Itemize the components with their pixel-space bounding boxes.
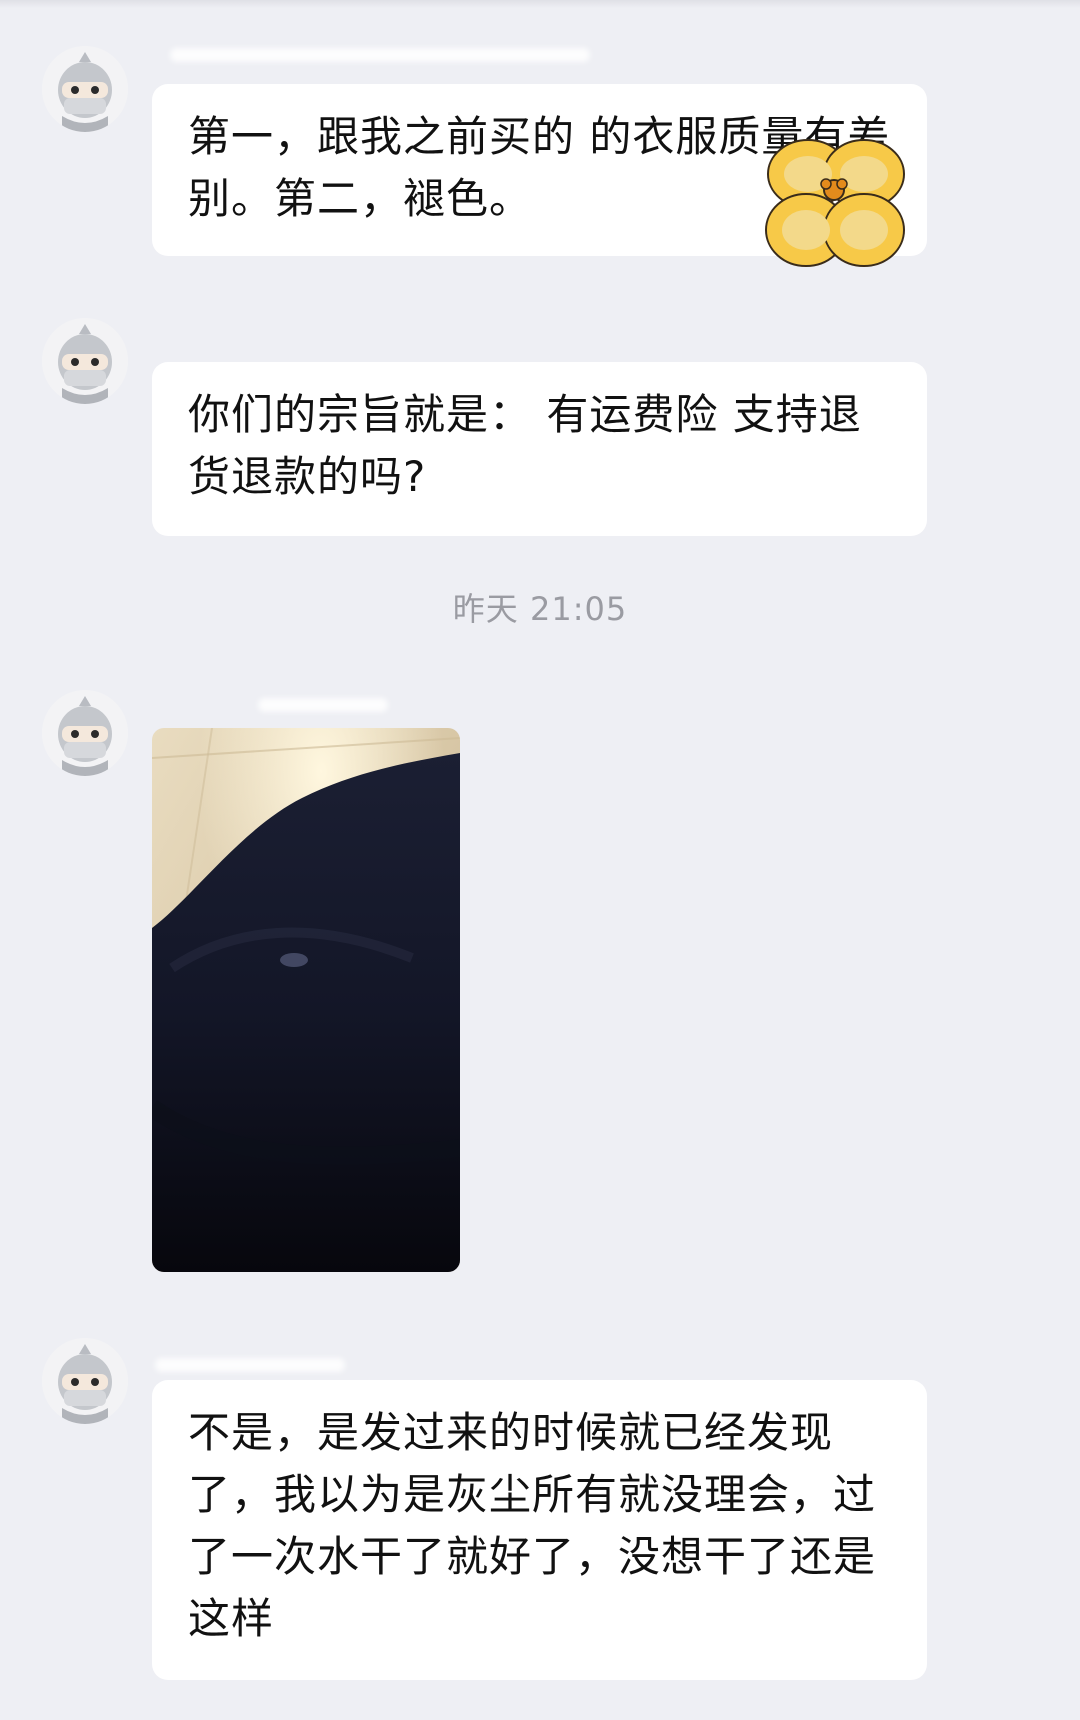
sender-name-redacted — [170, 48, 590, 62]
ninja-avatar-icon — [42, 690, 128, 776]
message-bubble[interactable]: 你们的宗旨就是： 有运费险 支持退货退款的吗? — [152, 362, 927, 536]
chat-image-message[interactable] — [152, 728, 460, 1272]
sender-name-redacted — [258, 698, 388, 712]
chat-screen: 第一，跟我之前买的 的衣服质量有差别。第二，褪色。 你们的宗旨就是： 有运费险 … — [0, 0, 1080, 1720]
sender-avatar[interactable] — [42, 318, 128, 404]
sender-name-redacted — [155, 1358, 345, 1372]
ninja-avatar-icon — [42, 46, 128, 132]
message-bubble[interactable]: 不是，是发过来的时候就已经发现了，我以为是灰尘所有就没理会，过了一次水干了就好了… — [152, 1380, 927, 1680]
sender-avatar[interactable] — [42, 46, 128, 132]
top-divider — [0, 0, 1080, 8]
sender-avatar[interactable] — [42, 1338, 128, 1424]
message-text: 你们的宗旨就是： 有运费险 支持退货退款的吗? — [188, 390, 862, 501]
message-text: 不是，是发过来的时候就已经发现了，我以为是灰尘所有就没理会，过了一次水干了就好了… — [188, 1408, 877, 1643]
sender-avatar[interactable] — [42, 690, 128, 776]
flower-sticker-icon — [765, 139, 905, 267]
message-bubble[interactable]: 第一，跟我之前买的 的衣服质量有差别。第二，褪色。 — [152, 84, 927, 267]
chat-timestamp: 昨天 21:05 — [452, 590, 628, 628]
photo-of-dark-clothing-icon — [152, 728, 460, 1272]
ninja-avatar-icon — [42, 318, 128, 404]
ninja-avatar-icon — [42, 1338, 128, 1424]
